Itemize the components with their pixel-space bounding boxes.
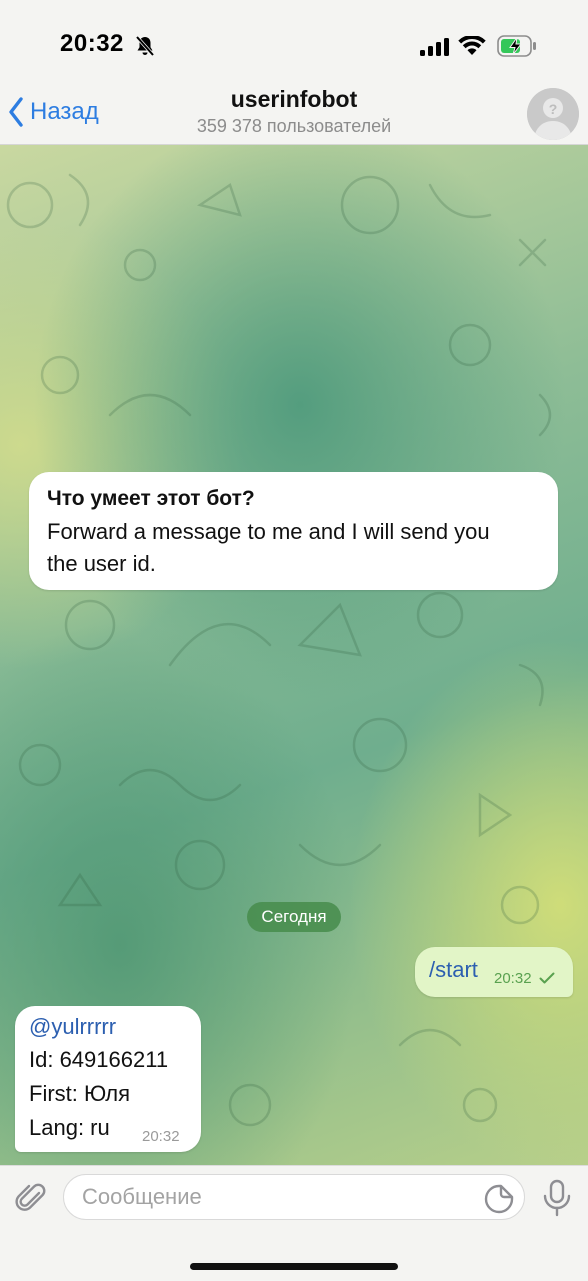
svg-text:?: ?	[549, 101, 558, 117]
bot-info-title: Что умеет этот бот?	[47, 487, 255, 510]
avatar[interactable]: ?	[527, 88, 579, 140]
message-line-lang: Lang: ru	[29, 1115, 110, 1140]
message-line-id: Id: 649166211	[29, 1047, 169, 1072]
message-time: 20:32	[494, 970, 532, 987]
signal-icon	[420, 38, 449, 56]
message-time: 20:32	[142, 1128, 180, 1145]
bot-info-line: the user id.	[47, 551, 156, 576]
home-indicator	[190, 1263, 398, 1270]
message-text[interactable]: /start	[429, 957, 478, 983]
composer-bar	[0, 1165, 588, 1281]
bot-info-line: Forward a message to me and I will send …	[47, 519, 490, 544]
wifi-icon	[458, 36, 486, 55]
outgoing-message[interactable]: /start 20:32	[415, 947, 573, 997]
date-chip: Сегодня	[247, 902, 341, 932]
paperclip-icon[interactable]	[13, 1180, 49, 1216]
username-link[interactable]: @yulrrrrr	[29, 1014, 116, 1040]
message-line-first: First: Юля	[29, 1081, 130, 1106]
message-input[interactable]	[63, 1174, 525, 1220]
status-time: 20:32	[60, 30, 124, 57]
bell-muted-icon	[135, 35, 155, 57]
check-icon	[539, 972, 555, 984]
sticker-icon[interactable]	[484, 1184, 514, 1214]
microphone-icon[interactable]	[542, 1179, 572, 1217]
chat-area[interactable]: Что умеет этот бот? Forward a message to…	[0, 145, 588, 1165]
bot-info-card: Что умеет этот бот? Forward a message to…	[29, 472, 558, 590]
chat-subtitle: 359 378 пользователей	[196, 116, 392, 136]
chat-header: Назад userinfobot 359 378 пользователей …	[0, 84, 588, 145]
status-bar: 20:32	[0, 0, 588, 84]
chat-title[interactable]: userinfobot	[0, 86, 588, 113]
battery-charging-icon	[497, 35, 536, 57]
bot-info-description: Forward a message to me and I will send …	[47, 516, 540, 580]
incoming-message[interactable]: @yulrrrrr Id: 649166211 First: Юля Lang:…	[15, 1006, 201, 1152]
user-placeholder-icon: ?	[527, 88, 579, 140]
